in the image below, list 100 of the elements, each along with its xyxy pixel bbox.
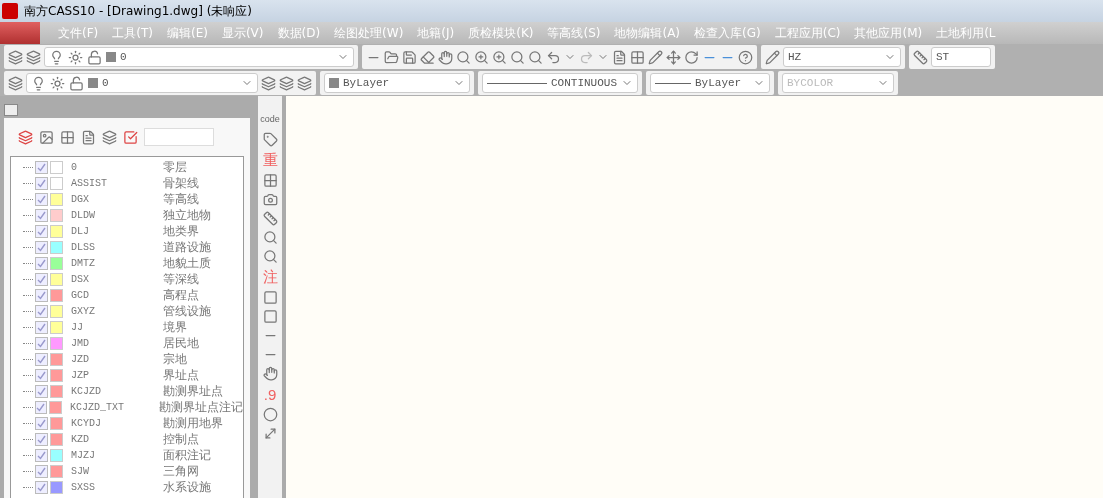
undo-icon[interactable] xyxy=(546,49,561,65)
search-icon[interactable] xyxy=(262,249,278,264)
rectangle-icon[interactable] xyxy=(262,309,278,324)
layers-icon[interactable] xyxy=(279,75,294,91)
layer-name: JMD xyxy=(71,337,90,349)
search-icon[interactable] xyxy=(510,49,525,65)
layer-checkbox[interactable] xyxy=(34,400,48,414)
layer-checkbox[interactable] xyxy=(35,160,48,174)
layer-checkbox[interactable] xyxy=(35,256,48,270)
layer-dropdown[interactable]: 0 xyxy=(26,73,258,93)
line-sample xyxy=(655,82,691,84)
lightbulb-icon[interactable] xyxy=(31,75,46,91)
menu-item[interactable]: 文件(F) xyxy=(54,24,109,42)
layers-icon[interactable] xyxy=(8,75,23,91)
layers-icon[interactable] xyxy=(102,129,117,145)
layer-description: 道路设施 xyxy=(163,238,211,256)
layer-checkbox[interactable] xyxy=(35,336,48,350)
layer-name: ASSIST xyxy=(71,177,108,189)
layers-icon[interactable] xyxy=(8,49,23,65)
layers-icon[interactable] xyxy=(18,129,33,145)
camera-icon[interactable] xyxy=(262,192,278,207)
layer-checkbox[interactable] xyxy=(35,208,48,222)
layer-checkbox[interactable] xyxy=(35,320,48,334)
save-icon[interactable] xyxy=(402,49,417,65)
tool-button[interactable]: 注 xyxy=(262,268,278,286)
pencil-icon[interactable] xyxy=(648,49,663,65)
unlock-icon[interactable] xyxy=(87,49,102,65)
layer-description: 勘测用地界 xyxy=(163,414,223,432)
layer-checkbox[interactable] xyxy=(35,432,48,446)
pan-icon[interactable] xyxy=(438,49,453,65)
ruler-icon[interactable] xyxy=(262,211,278,226)
zoom-icon[interactable] xyxy=(492,49,507,65)
layer-checkbox[interactable] xyxy=(35,240,48,254)
menu-item[interactable]: 绘图处理(W) xyxy=(330,24,414,42)
zoom-icon[interactable] xyxy=(474,49,489,65)
layer-description: 控制点 xyxy=(163,430,199,448)
grid-icon[interactable] xyxy=(262,173,278,188)
layer-checkbox[interactable] xyxy=(35,384,48,398)
diagonal-arrow-icon[interactable] xyxy=(262,426,278,441)
menu-item[interactable]: 质检模块(K) xyxy=(464,24,544,42)
window-title: 南方CASS10 - [Drawing1.dwg] (未响应) xyxy=(24,2,252,20)
search-icon[interactable] xyxy=(262,230,278,245)
grid-icon[interactable] xyxy=(630,49,645,65)
layer-name: 0 xyxy=(71,161,78,173)
dimension-style-dropdown[interactable]: ST xyxy=(931,47,991,67)
menu-item[interactable]: 工程应用(C) xyxy=(770,24,851,42)
tool-button[interactable]: .9 xyxy=(263,385,277,403)
layer-name: JZP xyxy=(71,369,90,381)
tool-button[interactable]: code xyxy=(260,110,280,128)
sun-icon[interactable] xyxy=(68,49,83,65)
circle-icon[interactable] xyxy=(262,407,278,422)
layer-checkbox[interactable] xyxy=(35,224,48,238)
eraser-icon[interactable] xyxy=(420,49,435,65)
lineweight-dropdown[interactable]: ByLayer xyxy=(650,73,770,93)
text-style-dropdown[interactable]: HZ xyxy=(783,47,901,67)
document-icon[interactable] xyxy=(612,49,627,65)
layer-checkbox[interactable] xyxy=(35,368,48,382)
search-icon[interactable] xyxy=(528,49,543,65)
layer-name: DLSS xyxy=(71,241,96,253)
layers-icon[interactable] xyxy=(297,75,312,91)
help-icon[interactable] xyxy=(738,49,753,65)
color-swatch xyxy=(88,78,98,88)
layer-name: KZD xyxy=(71,433,90,445)
layer-dropdown[interactable]: 0 xyxy=(44,47,354,67)
layer-checkbox[interactable] xyxy=(35,176,48,190)
layer-description: 等深线 xyxy=(163,270,199,288)
layer-checkbox[interactable] xyxy=(35,480,48,494)
search-icon[interactable] xyxy=(456,49,471,65)
sun-icon[interactable] xyxy=(50,75,65,91)
layer-description: 高程点 xyxy=(163,286,199,304)
layer-name: JZD xyxy=(71,353,90,365)
layer-checkbox[interactable] xyxy=(35,352,48,366)
open-folder-icon[interactable] xyxy=(384,49,399,65)
rotate-icon[interactable] xyxy=(684,49,699,65)
layer-checkbox[interactable] xyxy=(35,272,48,286)
tag-icon[interactable] xyxy=(262,132,278,147)
layer-grid-icon[interactable] xyxy=(60,129,75,145)
search-field[interactable] xyxy=(144,128,214,146)
layer-name: DGX xyxy=(71,193,90,205)
menu-item[interactable]: 数据(D) xyxy=(273,24,331,42)
move-icon[interactable] xyxy=(666,49,681,65)
hand-icon[interactable] xyxy=(262,366,278,381)
unlock-icon[interactable] xyxy=(69,75,84,91)
color-dropdown[interactable]: ByLayer xyxy=(324,73,470,93)
layer-checkbox[interactable] xyxy=(35,416,48,430)
layer-name: GXYZ xyxy=(71,305,96,317)
linetype-dropdown[interactable]: CONTINUOUS xyxy=(482,73,638,93)
lightbulb-icon[interactable] xyxy=(49,49,64,65)
collapse-button[interactable] xyxy=(4,104,18,116)
layer-checkbox[interactable] xyxy=(35,464,48,478)
checkbox-icon[interactable] xyxy=(123,129,138,145)
layer-checkbox[interactable] xyxy=(35,288,48,302)
tool-button[interactable]: 重 xyxy=(262,151,278,169)
menu-item[interactable]: 工具(T) xyxy=(108,24,163,42)
layers-icon[interactable] xyxy=(261,75,276,91)
layer-checkbox[interactable] xyxy=(35,448,48,462)
menu-item[interactable]: 显示(V) xyxy=(217,24,274,42)
layer-checkbox[interactable] xyxy=(35,304,48,318)
layers-icon[interactable] xyxy=(26,49,41,65)
layer-checkbox[interactable] xyxy=(35,192,48,206)
